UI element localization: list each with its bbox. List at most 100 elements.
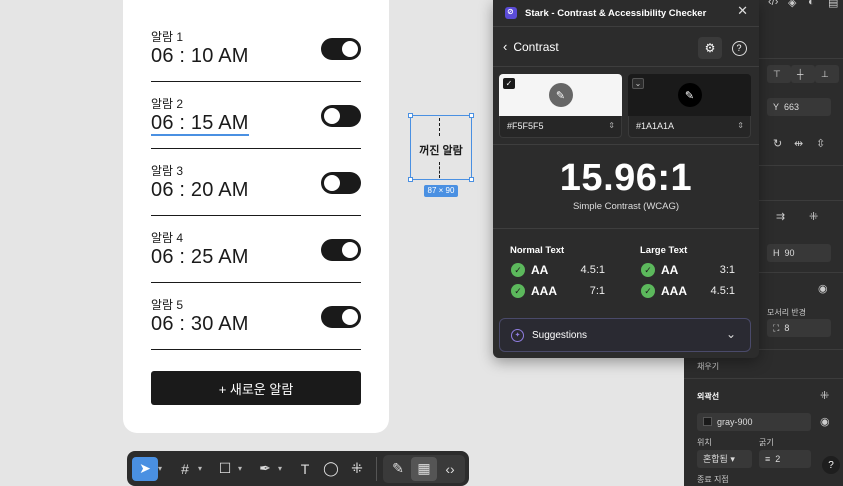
help-button[interactable]: ?: [822, 456, 840, 474]
grid-icon[interactable]: ⁜: [809, 210, 818, 223]
alarm-toggle[interactable]: [321, 38, 361, 60]
new-alarm-button[interactable]: + 새로운 알람: [151, 371, 361, 405]
divider: [151, 349, 361, 350]
stroke-color-field[interactable]: gray-900: [697, 413, 811, 431]
chevron-down-icon[interactable]: ⌄: [632, 78, 644, 89]
align-top-button[interactable]: ⊤: [767, 65, 791, 83]
alarm-toggle[interactable]: [321, 105, 361, 127]
code-icon[interactable]: ‹/›: [768, 0, 778, 8]
eye-icon[interactable]: ◉: [818, 282, 828, 295]
eye-icon[interactable]: ◉: [820, 415, 830, 428]
contrast-icon[interactable]: ◐: [808, 0, 815, 8]
position-value[interactable]: 혼합됨: [703, 454, 728, 464]
eyedropper-icon[interactable]: ✎: [548, 83, 573, 107]
alarm-label: 알람 4: [151, 231, 184, 245]
contrast-ratio: 15.96:1: [559, 157, 693, 199]
component-icon[interactable]: ◈: [788, 0, 796, 9]
help-icon[interactable]: ?: [727, 37, 751, 59]
alarm-toggle[interactable]: [321, 306, 361, 328]
weight-value[interactable]: 2: [775, 454, 780, 464]
style-grid-icon[interactable]: ⁜: [820, 389, 829, 402]
flip-vertical-icon[interactable]: ⇳: [816, 137, 825, 150]
radius-value[interactable]: 8: [784, 323, 789, 333]
alarm-time: 06 : 30 AM: [151, 313, 249, 335]
contrast-type: Simple Contrast (WCAG): [572, 201, 680, 212]
stroke-color-name[interactable]: gray-900: [717, 417, 753, 427]
background-hex[interactable]: #1A1A1A: [636, 121, 674, 131]
close-icon[interactable]: ✕: [737, 3, 748, 19]
off-alarm-label: 꺼진 알람: [419, 145, 463, 157]
resize-handle[interactable]: [408, 113, 413, 118]
toolbar-divider: [376, 456, 377, 481]
stark-logo-icon: [505, 7, 517, 19]
design-mode-icon[interactable]: ▦: [411, 456, 437, 481]
corner-radius-field[interactable]: ⛶ 8: [767, 319, 831, 337]
background-swatch[interactable]: ⌄ ✎: [628, 74, 751, 116]
plugin-title-bar: Stark - Contrast & Accessibility Checker: [505, 5, 759, 21]
comment-tool-icon[interactable]: ◯: [318, 457, 344, 481]
settings-sliders-icon[interactable]: ⚙: [698, 37, 722, 59]
pen-tool-icon[interactable]: ✒: [252, 457, 278, 481]
resize-handle[interactable]: [408, 177, 413, 182]
stepper-icon[interactable]: ⇕: [737, 116, 744, 136]
divider: [151, 282, 361, 283]
back-button[interactable]: ‹ Contrast: [503, 39, 559, 54]
alarm-row: 알람 4 06 : 25 AM: [151, 229, 361, 296]
h-label: H: [773, 248, 780, 258]
height-field[interactable]: H 90: [767, 244, 831, 262]
alarm-label: 알람 5: [151, 298, 184, 312]
alarm-time: 06 : 15 AM: [151, 112, 249, 136]
chevron-down-icon[interactable]: ▾: [198, 464, 212, 473]
h-value[interactable]: 90: [785, 248, 795, 258]
normal-aaa-result: ✓ AAA: [511, 283, 557, 299]
alarm-row: 알람 1 06 : 10 AM: [151, 28, 361, 95]
eyedropper-icon[interactable]: ✎: [677, 83, 702, 107]
weight-field[interactable]: ≡ 2: [759, 450, 811, 468]
rotate-icon[interactable]: ↻: [773, 137, 782, 150]
large-text-title: Large Text: [640, 245, 688, 256]
text-tool-icon[interactable]: T: [292, 457, 318, 481]
y-position-field[interactable]: Y 663: [767, 98, 831, 116]
dev-mode-icon[interactable]: ‹›: [437, 457, 463, 481]
background-hex-field[interactable]: #1A1A1A ⇕: [628, 116, 751, 138]
checkbox-icon[interactable]: ✓: [503, 78, 515, 89]
chevron-down-icon[interactable]: ▾: [278, 464, 292, 473]
chevron-down-icon[interactable]: ▾: [158, 464, 172, 473]
shape-tool-icon[interactable]: ☐: [212, 457, 238, 481]
chevron-down-icon[interactable]: ▾: [238, 464, 252, 473]
color-swatch[interactable]: [703, 417, 712, 426]
frame-tool-icon[interactable]: #: [172, 457, 198, 481]
flip-horizontal-icon[interactable]: ⇹: [794, 137, 803, 150]
draw-mode-icon[interactable]: ✎: [385, 457, 411, 481]
resize-handle[interactable]: [469, 177, 474, 182]
foreground-hex-field[interactable]: #F5F5F5 ⇕: [499, 116, 622, 138]
large-aa-result: ✓ AA: [641, 262, 678, 278]
off-alarm-component[interactable]: 꺼진 알람: [408, 113, 474, 182]
resize-handle[interactable]: [469, 113, 474, 118]
section-title: Contrast: [513, 39, 559, 54]
weight-label: 굵기: [759, 438, 774, 447]
alarm-toggle[interactable]: [321, 172, 361, 194]
foreground-swatch[interactable]: ✓ ✎: [499, 74, 622, 116]
layers-icon[interactable]: ▤: [828, 0, 838, 9]
check-icon: ✓: [641, 284, 655, 298]
suggestions-panel[interactable]: ✦ Suggestions ⌄: [499, 318, 751, 352]
divider: [493, 66, 759, 67]
stepper-icon[interactable]: ⇕: [608, 116, 615, 136]
alarm-toggle[interactable]: [321, 239, 361, 261]
divider: [151, 81, 361, 82]
direction-icon[interactable]: ⇉: [776, 210, 785, 223]
chevron-down-icon[interactable]: ⌄: [726, 327, 736, 341]
align-bottom-button[interactable]: ⊥: [815, 65, 839, 83]
stark-plugin-window: Stark - Contrast & Accessibility Checker…: [493, 0, 759, 358]
bottom-toolbar: ➤ ▾ # ▾ ☐ ▾ ✒ ▾ T ◯ ⁜ ✎ ▦ ‹›: [127, 451, 469, 486]
position-select[interactable]: 혼합됨 ▾: [697, 450, 752, 468]
position-label: 위치: [697, 438, 712, 447]
align-middle-button[interactable]: ┼: [791, 65, 815, 83]
move-tool-icon[interactable]: ➤: [132, 456, 158, 481]
y-value[interactable]: 663: [784, 102, 799, 112]
foreground-hex[interactable]: #F5F5F5: [507, 121, 544, 131]
level-label: AA: [531, 263, 549, 277]
actions-tool-icon[interactable]: ⁜: [344, 457, 370, 481]
corner-icon: ⛶: [773, 323, 780, 333]
